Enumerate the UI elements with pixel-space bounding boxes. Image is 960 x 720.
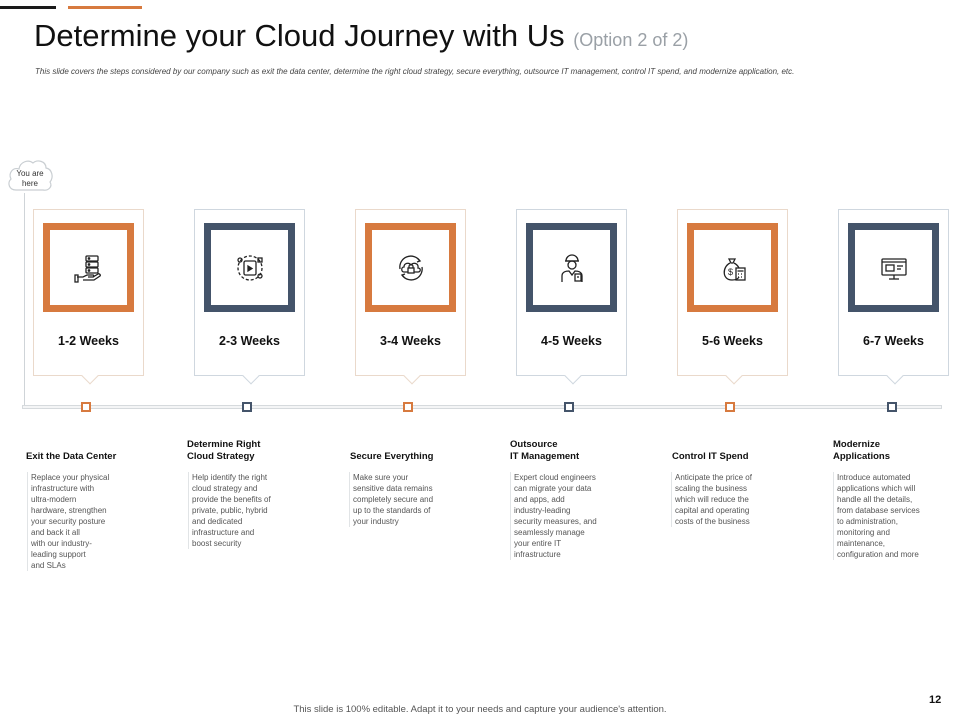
step-icon-frame-6	[848, 223, 939, 312]
timeline-marker-6	[887, 402, 897, 412]
step-weeks-4: 4-5 Weeks	[541, 334, 602, 348]
step-icon-frame-1	[43, 223, 134, 312]
slide-title: Determine your Cloud Journey with Us (Op…	[34, 18, 688, 54]
step-card-5: $ 5-6 Weeks	[677, 209, 788, 385]
step-title-4: Outsource IT Management	[510, 439, 580, 462]
step-card-6: 6-7 Weeks	[838, 209, 949, 385]
monitor-app-icon	[880, 257, 907, 280]
card-pointer	[725, 367, 743, 385]
card-pointer	[81, 367, 99, 385]
you-are-here-stem	[24, 193, 25, 408]
step-card-1: 1-2 Weeks	[33, 209, 144, 385]
slide-description: This slide covers the steps considered b…	[35, 67, 795, 76]
slide-footer: This slide is 100% editable. Adapt it to…	[293, 704, 667, 715]
timeline-bar	[22, 405, 942, 409]
step-body-6: Introduce automated applications which w…	[833, 472, 939, 560]
timeline-marker-4	[564, 402, 574, 412]
step-body-4: Expert cloud engineers can migrate your …	[510, 472, 616, 560]
page-number: 12	[929, 694, 942, 706]
step-title-2: Determine Right Cloud Strategy	[187, 439, 261, 462]
svg-text:$: $	[728, 267, 733, 277]
timeline-marker-3	[403, 402, 413, 412]
cloud-lock-icon	[398, 254, 423, 281]
top-accent-line-orange	[68, 6, 142, 9]
cloud-strategy-devices-icon	[236, 254, 263, 281]
step-card-2: 2-3 Weeks	[194, 209, 305, 385]
top-accent-line-dark	[0, 6, 56, 9]
step-title-1: Exit the Data Center	[26, 451, 117, 462]
step-body-3: Make sure your sensitive data remains co…	[349, 472, 455, 527]
money-bag-calculator-icon: $	[723, 257, 746, 281]
step-weeks-3: 3-4 Weeks	[380, 334, 441, 348]
step-icon-frame-3	[365, 223, 456, 312]
step-icon-frame-4	[526, 223, 617, 312]
card-pointer	[886, 367, 904, 385]
step-icon-frame-2	[204, 223, 295, 312]
step-card-4: 4-5 Weeks	[516, 209, 627, 385]
card-pointer	[564, 367, 582, 385]
slide-title-text: Determine your Cloud Journey with Us	[34, 18, 565, 53]
you-are-here-label: You are here	[16, 169, 44, 188]
timeline-marker-2	[242, 402, 252, 412]
step-weeks-1: 1-2 Weeks	[58, 334, 119, 348]
timeline-marker-5	[725, 402, 735, 412]
step-title-6: Modernize Applications	[833, 439, 891, 462]
card-pointer	[403, 367, 421, 385]
step-weeks-2: 2-3 Weeks	[219, 334, 280, 348]
step-body-1: Replace your physical infrastructure wit…	[27, 472, 133, 571]
timeline-marker-1	[81, 402, 91, 412]
slide-subtitle: (Option 2 of 2)	[573, 30, 689, 50]
step-weeks-5: 5-6 Weeks	[702, 334, 763, 348]
step-card-3: 3-4 Weeks	[355, 209, 466, 385]
server-hand-icon	[73, 254, 101, 283]
engineer-icon	[560, 253, 583, 282]
step-body-2: Help identify the right cloud strategy a…	[188, 472, 294, 549]
step-icon-frame-5: $	[687, 223, 778, 312]
you-are-here-cloud-icon: You are here	[6, 157, 54, 193]
step-title-3: Secure Everything	[350, 451, 434, 462]
card-pointer	[242, 367, 260, 385]
step-title-5: Control IT Spend	[672, 451, 749, 462]
step-weeks-6: 6-7 Weeks	[863, 334, 924, 348]
step-body-5: Anticipate the price of scaling the busi…	[671, 472, 777, 527]
